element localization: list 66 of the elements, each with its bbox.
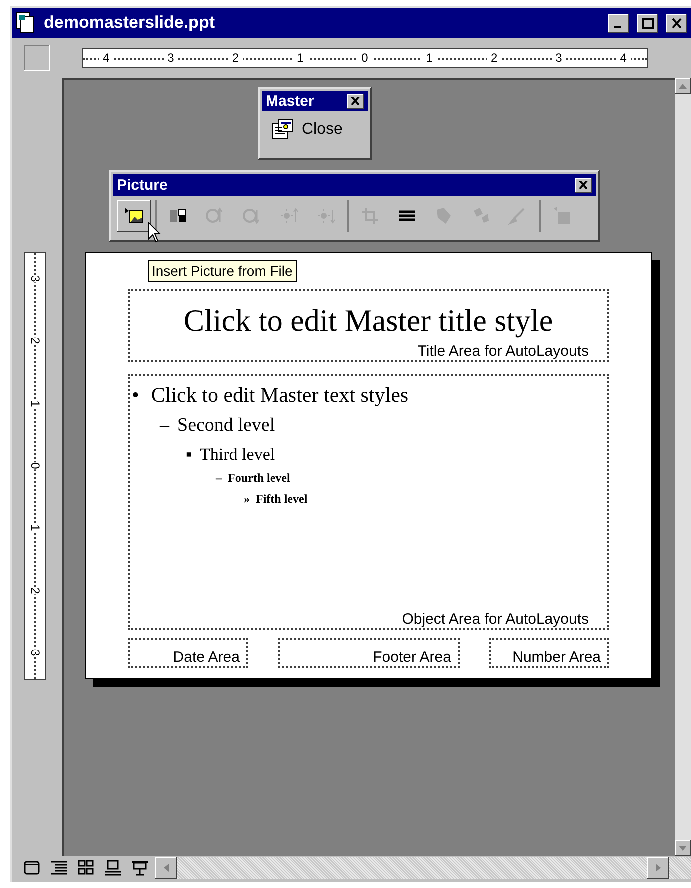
- bullet-mark: »: [244, 492, 250, 508]
- placeholder-label: Object Area for AutoLayouts: [402, 612, 589, 627]
- close-button[interactable]: [575, 178, 592, 192]
- placeholder-label: Date Area: [173, 650, 240, 666]
- ruler-number: 1: [292, 52, 308, 64]
- less-brightness-icon: [316, 206, 336, 226]
- placeholder-label: Title Area for AutoLayouts: [418, 344, 589, 359]
- close-button[interactable]: [347, 94, 364, 108]
- right-arrow-icon: [656, 864, 660, 872]
- close-icon: [579, 181, 588, 189]
- placeholder-label: Footer Area: [373, 650, 452, 666]
- vertical-scrollbar[interactable]: [675, 78, 691, 856]
- sorter-view-icon: [76, 860, 94, 876]
- outline-view-icon: [50, 860, 68, 876]
- left-arrow-icon: [164, 864, 168, 872]
- bullet-mark: ▪: [186, 444, 192, 466]
- notes-view-icon: [104, 860, 122, 876]
- up-arrow-icon: [679, 84, 687, 88]
- bullet-mark: –: [216, 471, 222, 486]
- body-text: Fourth level: [228, 471, 290, 486]
- close-icon: [351, 97, 360, 105]
- close-icon: [670, 18, 682, 28]
- bullet-mark: –: [160, 414, 170, 438]
- close-master-button[interactable]: Close: [302, 122, 343, 138]
- toolbar-title: Master: [266, 94, 314, 108]
- window-title: demomasterslide.ppt: [44, 12, 216, 34]
- maximize-button[interactable]: [637, 14, 658, 32]
- ruler-number: 4: [99, 52, 114, 64]
- crop-icon: [360, 206, 380, 226]
- horizontal-scrollbar[interactable]: [155, 857, 691, 879]
- ruler-number: 2: [228, 52, 243, 64]
- scroll-right-button[interactable]: [647, 857, 669, 879]
- less-contrast-icon: [242, 206, 262, 226]
- tooltip: Insert Picture from File: [148, 260, 297, 282]
- down-arrow-icon: [679, 846, 687, 850]
- ruler-number: 3: [552, 52, 566, 64]
- body-text: Second level: [178, 414, 276, 438]
- maximize-icon: [642, 18, 654, 28]
- ruler-number: 3: [164, 52, 178, 64]
- slideshow-icon: [130, 860, 148, 876]
- body-text: Click to edit Master text styles: [151, 382, 409, 408]
- body-text: Fifth level: [256, 492, 308, 508]
- scroll-down-button[interactable]: [675, 840, 691, 856]
- more-contrast-icon: [205, 206, 225, 226]
- scroll-up-button[interactable]: [675, 78, 691, 94]
- ruler-number: 2: [486, 52, 502, 64]
- minimize-button[interactable]: [608, 14, 629, 32]
- slide-title: Click to edit Master title style: [184, 305, 554, 336]
- document-icon: [16, 12, 36, 34]
- ruler-corner: [24, 45, 50, 71]
- ruler-number: 1: [422, 52, 437, 64]
- normal-view-icon: [22, 860, 40, 876]
- ruler-number: 0: [358, 52, 372, 64]
- scroll-left-button[interactable]: [155, 857, 177, 879]
- minimize-icon: [614, 26, 620, 28]
- more-brightness-icon: [279, 206, 299, 226]
- close-button[interactable]: [666, 14, 687, 32]
- toolbar-button[interactable]: [117, 200, 151, 232]
- toolbar-title: Picture: [117, 178, 168, 192]
- bullet-mark: •: [132, 382, 140, 408]
- mouse-pointer-icon: [148, 222, 162, 244]
- insert-picture-icon: [124, 206, 144, 226]
- ruler-number: 4: [616, 52, 631, 64]
- master-view-icon: [272, 119, 294, 141]
- body-text: Third level: [200, 444, 276, 466]
- placeholder-label: Number Area: [512, 650, 601, 666]
